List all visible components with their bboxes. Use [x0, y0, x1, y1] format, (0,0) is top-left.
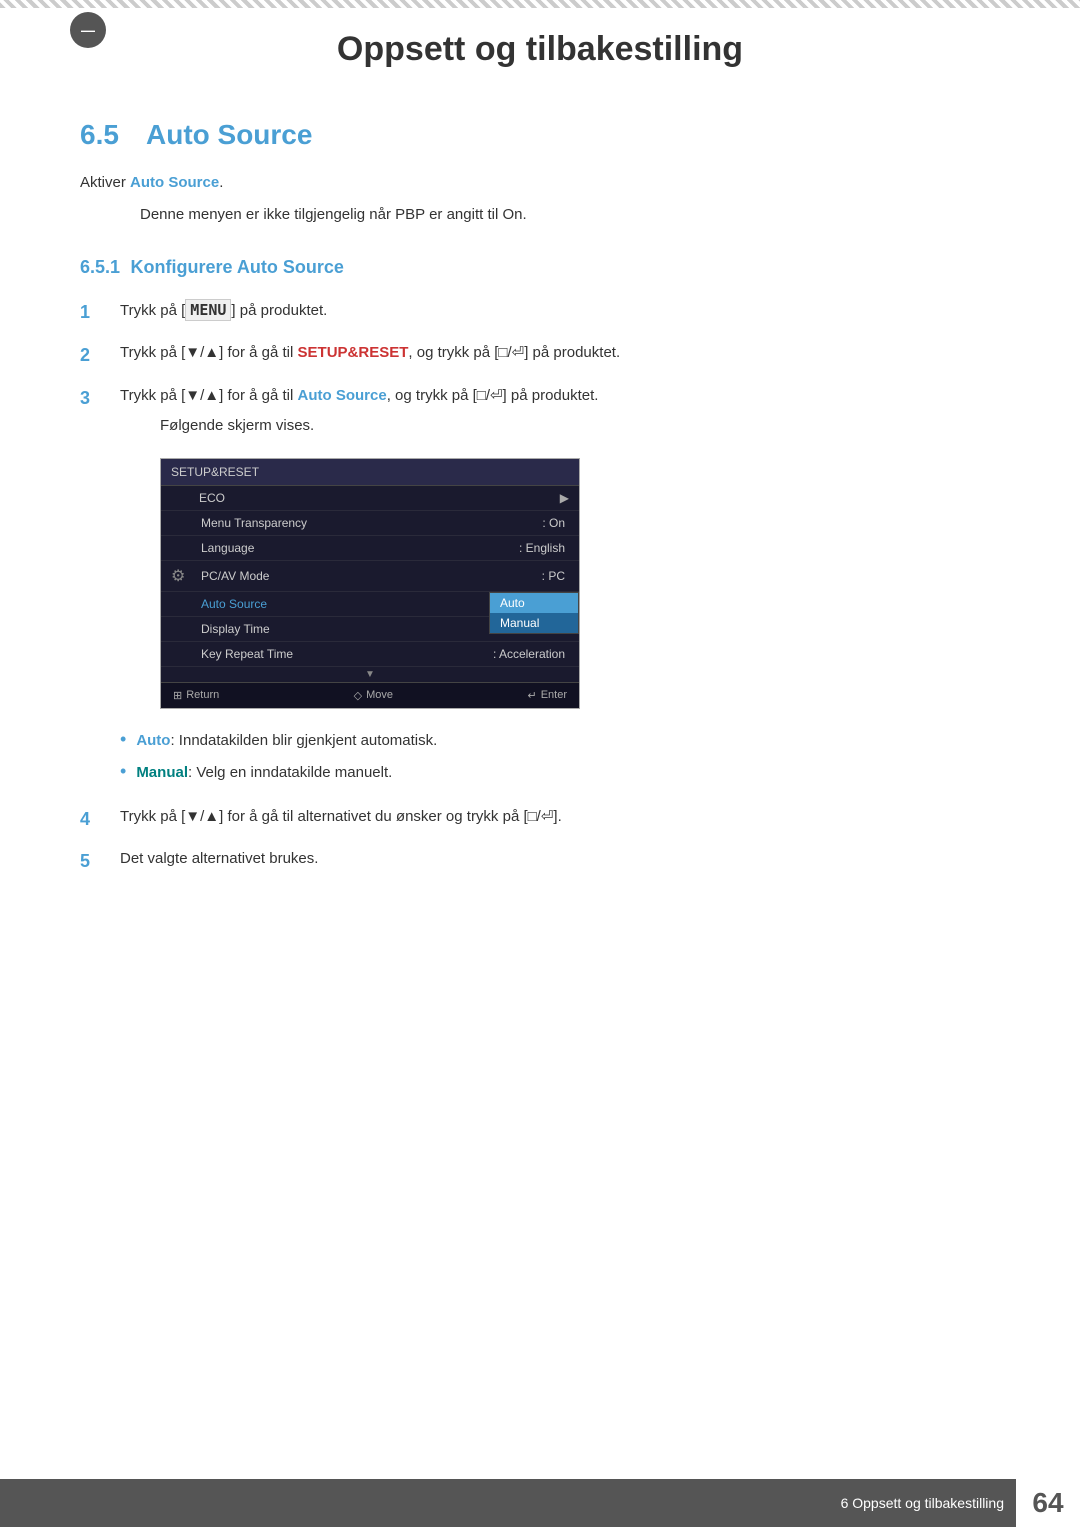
step-3-text: Trykk på [▼/▲] for å gå til Auto Source,…: [120, 384, 1000, 438]
eco-label: ECO: [171, 491, 560, 505]
step-4-number: 4: [80, 805, 104, 834]
section-number: 6.5: [80, 119, 130, 151]
step-4-text: Trykk på [▼/▲] for å gå til alternativet…: [120, 805, 1000, 829]
bullet-manual-text: Manual: Velg en inndatakilde manuelt.: [136, 761, 392, 785]
step-1: 1 Trykk på [MENU] på produktet.: [80, 298, 1000, 327]
screen-row-language: Language : English: [161, 536, 579, 561]
setup-reset-highlight: SETUP&RESET: [298, 344, 409, 361]
move-icon: ◇: [354, 689, 362, 702]
main-title: Oppsett og tilbakestilling: [0, 0, 1080, 99]
menu-key: MENU: [185, 299, 231, 321]
footer-page-number: 64: [1016, 1479, 1080, 1527]
move-label: Move: [366, 689, 393, 701]
screen-mockup: SETUP&RESET ECO ▶ Menu Transparency : On…: [160, 458, 580, 709]
description-text: Aktiver: [80, 174, 126, 191]
description-highlight: Auto Source: [130, 174, 219, 191]
subsection-number: 6.5.1: [80, 257, 120, 277]
page-footer: 6 Oppsett og tilbakestilling 64: [0, 1479, 1080, 1527]
manual-label: Manual: [136, 764, 188, 781]
bullet-list: • Auto: Inndatakilden blir gjenkjent aut…: [120, 729, 1000, 785]
bullet-dot-1: •: [120, 729, 126, 751]
subsection-title: Konfigurere Auto Source: [131, 257, 344, 277]
footer-chapter-label: 6 Oppsett og tilbakestilling: [841, 1495, 1016, 1511]
return-label: Return: [186, 689, 219, 701]
steps-list-cont: 4 Trykk på [▼/▲] for å gå til alternativ…: [80, 805, 1000, 877]
submenu-auto: Auto: [490, 593, 578, 613]
submenu-manual: Manual: [490, 613, 578, 633]
footer-enter: ↵ Enter: [527, 689, 567, 702]
step-5-text: Det valgte alternativet brukes.: [120, 847, 1000, 871]
pcav-label: PC/AV Mode: [191, 569, 542, 583]
screen-row-menu-transparency: Menu Transparency : On: [161, 511, 579, 536]
auto-label: Auto: [136, 732, 170, 749]
autosource-submenu: Auto Manual: [489, 592, 579, 634]
footer-return: ⊞ Return: [173, 689, 219, 702]
subsection-header: 6.5.1 Konfigurere Auto Source: [80, 257, 1000, 278]
screen-body: ECO ▶ Menu Transparency : On Language : …: [161, 486, 579, 682]
bullet-auto: • Auto: Inndatakilden blir gjenkjent aut…: [120, 729, 1000, 753]
section-header: 6.5 Auto Source: [80, 119, 1000, 151]
step-3: 3 Trykk på [▼/▲] for å gå til Auto Sourc…: [80, 384, 1000, 438]
step-2-number: 2: [80, 341, 104, 370]
return-icon: ⊞: [173, 689, 182, 702]
language-value: : English: [519, 541, 569, 555]
menu-transparency-label: Menu Transparency: [191, 516, 542, 530]
screen-row-autosource: Auto Source Auto Manual: [161, 592, 579, 617]
step-3-sub: Følgende skjerm vises.: [160, 414, 1000, 438]
steps-list: 1 Trykk på [MENU] på produktet. 2 Trykk …: [80, 298, 1000, 438]
description-line: Aktiver Auto Source.: [80, 171, 1000, 195]
screen-header: SETUP&RESET: [161, 459, 579, 486]
screen-row-pcav: ⚙ PC/AV Mode : PC: [161, 561, 579, 592]
enter-icon: ↵: [527, 689, 536, 702]
scroll-indicator: ▼: [161, 667, 579, 682]
step-5-number: 5: [80, 847, 104, 876]
bullet-dot-2: •: [120, 761, 126, 783]
step-5: 5 Det valgte alternativet brukes.: [80, 847, 1000, 876]
enter-label: Enter: [541, 689, 567, 701]
step-2-text: Trykk på [▼/▲] for å gå til SETUP&RESET,…: [120, 341, 1000, 365]
top-stripe: [0, 0, 1080, 8]
eco-arrow: ▶: [560, 491, 569, 505]
screen-row-key-repeat: Key Repeat Time : Acceleration: [161, 642, 579, 667]
content-area: 6.5 Auto Source Aktiver Auto Source. Den…: [0, 99, 1080, 976]
pcav-value: : PC: [542, 569, 569, 583]
key-repeat-value: : Acceleration: [493, 647, 569, 661]
gear-icon: ⚙: [171, 566, 191, 586]
footer-move: ◇ Move: [354, 689, 393, 702]
key-repeat-label: Key Repeat Time: [191, 647, 493, 661]
note-line: Denne menyen er ikke tilgjengelig når PB…: [140, 203, 1000, 227]
bullet-auto-text: Auto: Inndatakilden blir gjenkjent autom…: [136, 729, 437, 753]
bullet-manual: • Manual: Velg en inndatakilde manuelt.: [120, 761, 1000, 785]
step-1-text: Trykk på [MENU] på produktet.: [120, 298, 1000, 323]
screen-row-eco: ECO ▶: [161, 486, 579, 511]
step-1-number: 1: [80, 298, 104, 327]
step-3-number: 3: [80, 384, 104, 413]
screen-footer: ⊞ Return ◇ Move ↵ Enter: [161, 682, 579, 708]
menu-transparency-value: : On: [542, 516, 569, 530]
section-title: Auto Source: [146, 119, 312, 151]
auto-source-highlight: Auto Source: [298, 387, 387, 404]
step-4: 4 Trykk på [▼/▲] for å gå til alternativ…: [80, 805, 1000, 834]
language-label: Language: [191, 541, 519, 555]
step-2: 2 Trykk på [▼/▲] for å gå til SETUP&RESE…: [80, 341, 1000, 370]
screen-wrap: SETUP&RESET ECO ▶ Menu Transparency : On…: [120, 458, 1000, 709]
chapter-circle: —: [70, 12, 106, 48]
